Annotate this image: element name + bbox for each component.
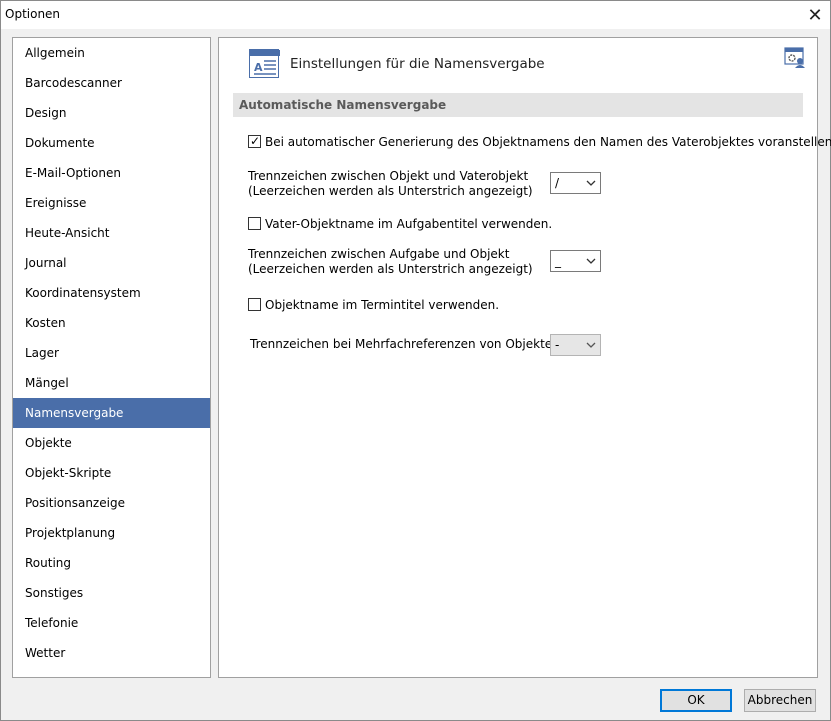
user-settings-icon[interactable] [784, 47, 806, 69]
separator-task-object-hint: (Leerzeichen werden als Unterstrich ange… [248, 262, 533, 276]
section-header: Automatische Namensvergabe [233, 93, 803, 117]
section-title: Automatische Namensvergabe [239, 98, 447, 112]
cancel-button[interactable]: Abbrechen [744, 689, 816, 712]
separator-object-parent-hint: (Leerzeichen werden als Unterstrich ange… [248, 184, 533, 198]
sidebar-item-namensvergabe[interactable]: Namensvergabe [13, 398, 210, 428]
sidebar-item-ereignisse[interactable]: Ereignisse [13, 188, 210, 218]
separator-multi-ref-select[interactable]: - [550, 334, 601, 356]
sidebar-item-sonstiges[interactable]: Sonstiges [13, 578, 210, 608]
sidebar-item-projektplanung[interactable]: Projektplanung [13, 518, 210, 548]
sidebar-item-positionsanzeige[interactable]: Positionsanzeige [13, 488, 210, 518]
sidebar-item-mängel[interactable]: Mängel [13, 368, 210, 398]
sidebar-item-heute-ansicht[interactable]: Heute-Ansicht [13, 218, 210, 248]
sidebar-item-koordinatensystem[interactable]: Koordinatensystem [13, 278, 210, 308]
sidebar-item-objekt-skripte[interactable]: Objekt-Skripte [13, 458, 210, 488]
select-value: - [555, 338, 560, 352]
select-value: _ [555, 254, 561, 268]
separator-multi-ref-label: Trennzeichen bei Mehrfachreferenzen von … [250, 337, 560, 351]
sidebar-item-journal[interactable]: Journal [13, 248, 210, 278]
chevron-down-icon [586, 258, 596, 264]
parent-in-task-label[interactable]: Vater-Objektname im Aufgabentitel verwen… [265, 217, 552, 231]
sidebar-item-objekte[interactable]: Objekte [13, 428, 210, 458]
select-value: / [555, 176, 560, 190]
sidebar-item-e-mail-optionen[interactable]: E-Mail-Optionen [13, 158, 210, 188]
object-in-appointment-label[interactable]: Objektname im Termintitel verwenden. [265, 298, 499, 312]
separator-task-object-label: Trennzeichen zwischen Aufgabe und Objekt [248, 247, 510, 261]
sidebar-item-routing[interactable]: Routing [13, 548, 210, 578]
title-bar: Optionen ✕ [1, 1, 830, 29]
separator-task-object-select[interactable]: _ [550, 250, 601, 272]
page-title: Einstellungen für die Namensvergabe [290, 56, 545, 72]
settings-panel: A Einstellungen für die Namensvergabe Au… [218, 37, 831, 678]
sidebar-item-design[interactable]: Design [13, 98, 210, 128]
sidebar-item-telefonie[interactable]: Telefonie [13, 608, 210, 638]
sidebar-item-allgemein[interactable]: Allgemein [13, 38, 210, 68]
chevron-down-icon [586, 180, 596, 186]
chevron-down-icon [586, 342, 596, 348]
sidebar-item-lager[interactable]: Lager [13, 338, 210, 368]
parent-in-task-checkbox[interactable] [248, 217, 261, 230]
sidebar-item-dokumente[interactable]: Dokumente [13, 128, 210, 158]
checkmark-icon: ✓ [250, 134, 261, 148]
close-button[interactable]: ✕ [800, 1, 830, 29]
category-list: Allgemein Barcodescanner Design Dokumente E-… [12, 37, 211, 678]
separator-object-parent-label: Trennzeichen zwischen Objekt und Vaterob… [248, 169, 529, 183]
svg-text:A: A [254, 61, 263, 74]
separator-object-parent-select[interactable]: / [550, 172, 601, 194]
prepend-parent-checkbox[interactable]: ✓ [248, 134, 261, 148]
sidebar-item-wetter[interactable]: Wetter [13, 638, 210, 668]
sidebar-item-kosten[interactable]: Kosten [13, 308, 210, 338]
sidebar-item-barcodescanner[interactable]: Barcodescanner [13, 68, 210, 98]
options-dialog: Optionen ✕ Allgemein Barcodescanner Design… [0, 0, 831, 721]
ok-button[interactable]: OK [660, 689, 732, 712]
window-title: Optionen [5, 7, 61, 21]
object-in-appointment-checkbox[interactable] [248, 298, 261, 311]
settings-page-icon: A [249, 49, 280, 78]
prepend-parent-label[interactable]: Bei automatischer Generierung des Objekt… [265, 135, 831, 149]
